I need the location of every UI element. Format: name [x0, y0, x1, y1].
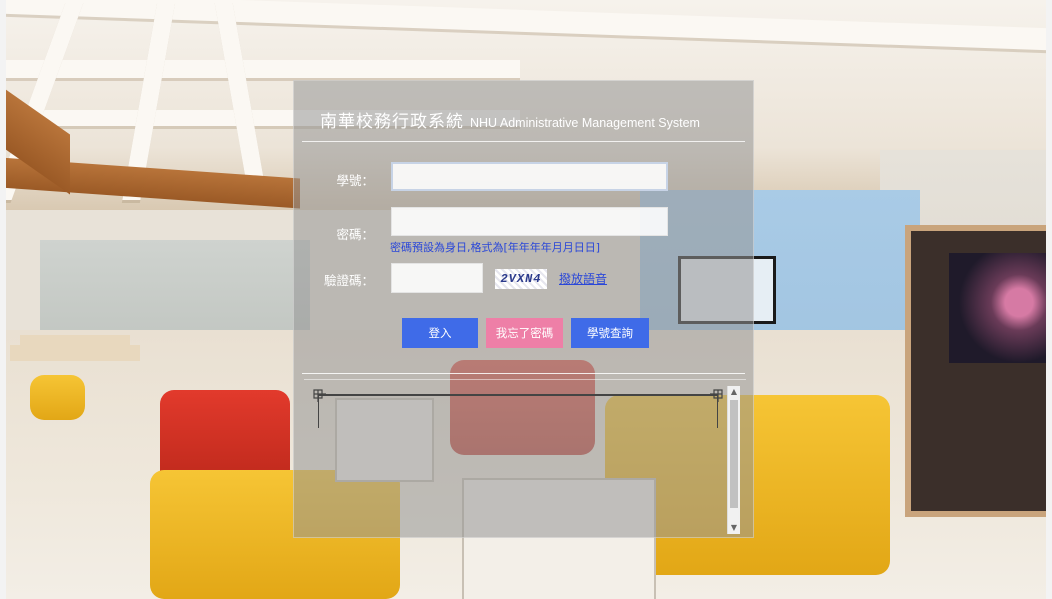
- scroll-down-icon[interactable]: ▼: [728, 522, 740, 534]
- ornament-corner-icon: [710, 389, 723, 402]
- wood-table: [10, 345, 140, 361]
- decorative-frame: [318, 394, 718, 396]
- notice-scrollbar[interactable]: ▲ ▼: [727, 386, 740, 534]
- captcha-input[interactable]: [391, 263, 483, 293]
- announcement-box: ▲ ▼: [304, 379, 746, 535]
- password-label: 密碼：: [336, 227, 374, 242]
- forgot-password-button[interactable]: 我忘了密碼: [486, 318, 563, 348]
- play-audio-link[interactable]: 撥放語音: [559, 270, 607, 287]
- section-divider: [302, 373, 745, 374]
- title-chinese: 南華校務行政系統: [320, 112, 464, 132]
- projection-screen: [949, 253, 1049, 363]
- page-title: 南華校務行政系統 NHU Administrative Management Sy…: [320, 107, 700, 132]
- password-hint: 密碼預設為身日,格式為[年年年年月月日日]: [390, 241, 601, 254]
- doorway: [905, 225, 1052, 517]
- ceiling-beam: [0, 60, 520, 78]
- title-divider: [302, 141, 745, 142]
- page-edge: [0, 0, 6, 599]
- wood-table: [20, 335, 130, 347]
- login-panel: 南華校務行政系統 NHU Administrative Management Sy…: [293, 80, 754, 538]
- scroll-thumb[interactable]: [730, 400, 738, 508]
- page-edge: [1046, 0, 1052, 599]
- login-button[interactable]: 登入: [402, 318, 478, 348]
- ornament-corner-icon: [313, 389, 326, 402]
- captcha-image: 2VXN4: [495, 269, 547, 289]
- captcha-label: 驗證碼：: [323, 273, 374, 288]
- student-id-input[interactable]: [391, 162, 668, 191]
- password-input[interactable]: [391, 207, 668, 236]
- wood-chair: [30, 375, 85, 420]
- title-english: NHU Administrative Management System: [470, 116, 700, 130]
- scroll-up-icon[interactable]: ▲: [728, 386, 740, 398]
- student-id-label: 學號：: [336, 173, 374, 188]
- student-id-query-button[interactable]: 學號查詢: [571, 318, 649, 348]
